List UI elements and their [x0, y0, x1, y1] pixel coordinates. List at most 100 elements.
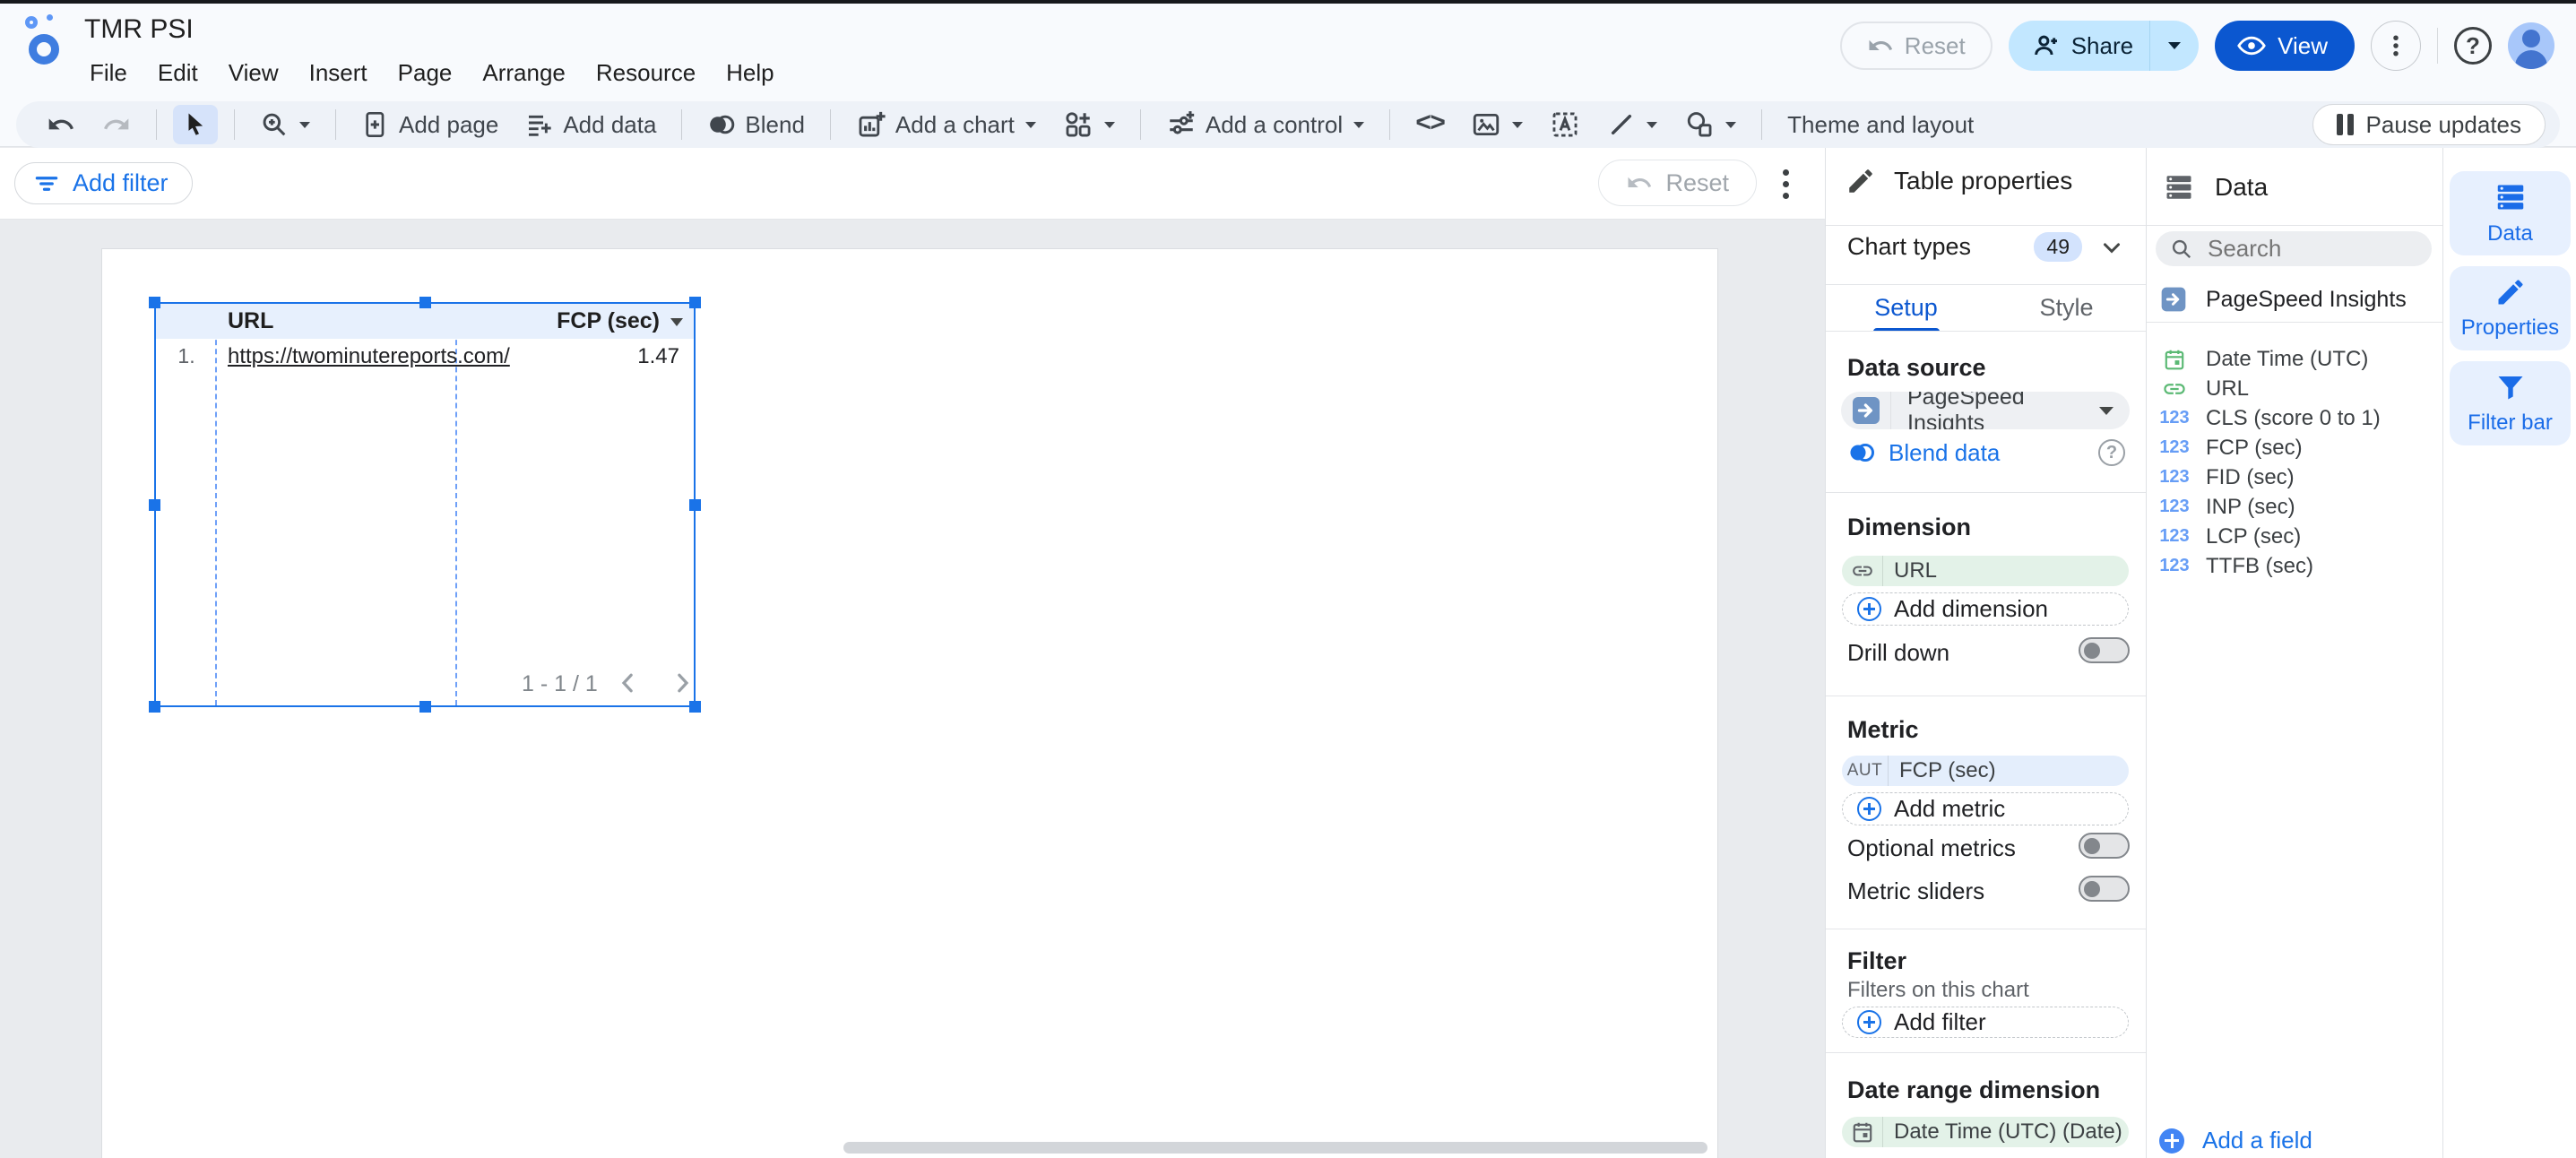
more-options-button[interactable] — [2371, 21, 2421, 71]
menu-edit[interactable]: Edit — [145, 54, 211, 92]
add-dimension-label: Add dimension — [1894, 595, 2048, 623]
funnel-icon — [2494, 371, 2527, 403]
zoom-tool-button[interactable] — [251, 105, 319, 144]
field-fid[interactable]: 123 FID (sec) — [2159, 462, 2428, 492]
field-search-box[interactable] — [2156, 231, 2432, 266]
resize-handle-n[interactable] — [419, 297, 431, 308]
toolbar: Add page Add data Blend Add a chart — [16, 101, 2560, 148]
undo-button[interactable] — [38, 105, 84, 144]
menu-help[interactable]: Help — [713, 54, 786, 92]
date-range-chip[interactable]: Date Time (UTC) (Date) — [1842, 1117, 2129, 1147]
add-a-control-button[interactable]: Add a control — [1157, 105, 1373, 144]
rail-tab-properties[interactable]: Properties — [2450, 266, 2571, 350]
rail-tab-filter-bar[interactable]: Filter bar — [2450, 361, 2571, 445]
field-date-time-utc[interactable]: Date Time (UTC) — [2159, 344, 2428, 374]
field-lcp[interactable]: 123 LCP (sec) — [2159, 522, 2428, 551]
plus-circle-icon — [2159, 1128, 2184, 1154]
community-visualizations-button[interactable] — [1054, 105, 1124, 144]
resize-handle-se[interactable] — [689, 701, 701, 713]
search-input[interactable] — [2206, 234, 2403, 264]
menu-resource[interactable]: Resource — [583, 54, 708, 92]
resize-handle-sw[interactable] — [149, 701, 160, 713]
toolbar-divider — [1140, 109, 1141, 140]
pause-updates-button[interactable]: Pause updates — [2312, 104, 2546, 145]
rail-tab-data[interactable]: Data — [2450, 171, 2571, 255]
data-source-selector[interactable]: PageSpeed Insights — [1841, 392, 2130, 429]
table-chart-selected[interactable]: URL FCP (sec) 1. https://twominutereport… — [154, 302, 696, 707]
help-button[interactable]: ? — [2454, 27, 2492, 65]
add-a-chart-label: Add a chart — [895, 111, 1015, 139]
resize-handle-ne[interactable] — [689, 297, 701, 308]
canvas-more-options-button[interactable] — [1768, 166, 1803, 202]
field-cls[interactable]: 123 CLS (score 0 to 1) — [2159, 403, 2428, 433]
optional-metrics-toggle[interactable] — [2079, 833, 2130, 859]
connector-icon — [1841, 392, 1891, 429]
metric-sliders-toggle[interactable] — [2079, 876, 2130, 902]
add-metric-button[interactable]: Add metric — [1842, 792, 2129, 825]
column-header-fcp[interactable]: FCP (sec) — [557, 308, 660, 334]
add-data-button[interactable]: Add data — [516, 105, 665, 144]
data-stack-icon — [2163, 171, 2195, 203]
pagination-next-icon[interactable] — [669, 670, 696, 696]
add-a-chart-button[interactable]: Add a chart — [847, 105, 1045, 144]
canvas-workspace[interactable]: URL FCP (sec) 1. https://twominutereport… — [0, 220, 1825, 1158]
fcp-value-cell: 1.47 — [637, 344, 679, 369]
horizontal-scrollbar[interactable] — [843, 1142, 1707, 1154]
menu-insert[interactable]: Insert — [297, 54, 380, 92]
chart-types-row[interactable]: Chart types 49 — [1847, 232, 2125, 262]
insert-line-button[interactable] — [1598, 105, 1666, 144]
field-ttfb[interactable]: 123 TTFB (sec) — [2159, 551, 2428, 581]
add-a-field-button[interactable]: Add a field — [2159, 1127, 2312, 1154]
add-control-icon — [1166, 109, 1197, 140]
looker-studio-logo-icon[interactable] — [23, 14, 70, 66]
embed-url-button[interactable]: <> — [1406, 105, 1453, 144]
add-dimension-button[interactable]: Add dimension — [1842, 592, 2129, 626]
reset-report-button[interactable]: Reset — [1840, 22, 1993, 70]
insert-shape-button[interactable] — [1675, 105, 1745, 144]
menu-view[interactable]: View — [216, 54, 291, 92]
chevron-down-icon[interactable] — [2098, 234, 2125, 261]
menu-file[interactable]: File — [77, 54, 140, 92]
metric-chip-fcp[interactable]: AUT FCP (sec) — [1842, 756, 2129, 786]
calendar-icon — [1842, 1117, 1883, 1147]
insert-image-button[interactable] — [1462, 105, 1532, 144]
dimension-heading: Dimension — [1847, 514, 1971, 541]
field-fcp[interactable]: 123 FCP (sec) — [2159, 433, 2428, 462]
select-tool-button[interactable] — [173, 105, 218, 144]
resize-handle-w[interactable] — [149, 499, 160, 511]
resize-handle-e[interactable] — [689, 499, 701, 511]
chevron-down-icon — [299, 122, 310, 128]
embed-code-icon: <> — [1415, 109, 1444, 140]
menu-arrange[interactable]: Arrange — [470, 54, 578, 92]
share-options-dropdown[interactable] — [2150, 21, 2199, 71]
theme-and-layout-button[interactable]: Theme and layout — [1778, 105, 1983, 144]
share-button[interactable]: Share — [2009, 21, 2199, 71]
reset-filters-button[interactable]: Reset — [1598, 160, 1757, 206]
pagination-prev-icon[interactable] — [615, 670, 642, 696]
resize-handle-s[interactable] — [419, 701, 431, 713]
help-circle-icon[interactable]: ? — [2098, 439, 2125, 466]
tab-style[interactable]: Style — [1986, 284, 2147, 332]
row-number-cell: 1. — [156, 344, 217, 368]
dimension-chip-url[interactable]: URL — [1842, 556, 2129, 586]
add-filter-button[interactable]: Add filter — [14, 162, 193, 204]
field-url[interactable]: URL — [2159, 374, 2428, 403]
view-button[interactable]: View — [2215, 21, 2355, 71]
blend-button[interactable]: Blend — [698, 105, 814, 144]
avatar[interactable] — [2508, 22, 2554, 69]
menu-page[interactable]: Page — [385, 54, 465, 92]
drill-down-toggle[interactable] — [2079, 637, 2130, 663]
add-filter-chart-button[interactable]: Add filter — [1842, 1007, 2129, 1038]
data-source-item[interactable]: PageSpeed Insights — [2159, 279, 2428, 320]
sort-desc-icon[interactable] — [670, 318, 683, 326]
resize-handle-nw[interactable] — [149, 297, 160, 308]
insert-text-button[interactable] — [1541, 105, 1589, 144]
tab-setup[interactable]: Setup — [1826, 284, 1986, 332]
column-header-url[interactable]: URL — [228, 308, 273, 334]
field-inp[interactable]: 123 INP (sec) — [2159, 492, 2428, 522]
add-page-button[interactable]: Add page — [352, 105, 507, 144]
blend-data-link[interactable]: Blend data — [1889, 439, 2000, 467]
redo-button[interactable] — [93, 105, 140, 144]
report-title[interactable]: TMR PSI — [84, 14, 194, 45]
url-link-cell[interactable]: https://twominutereports.com/ — [228, 344, 510, 369]
